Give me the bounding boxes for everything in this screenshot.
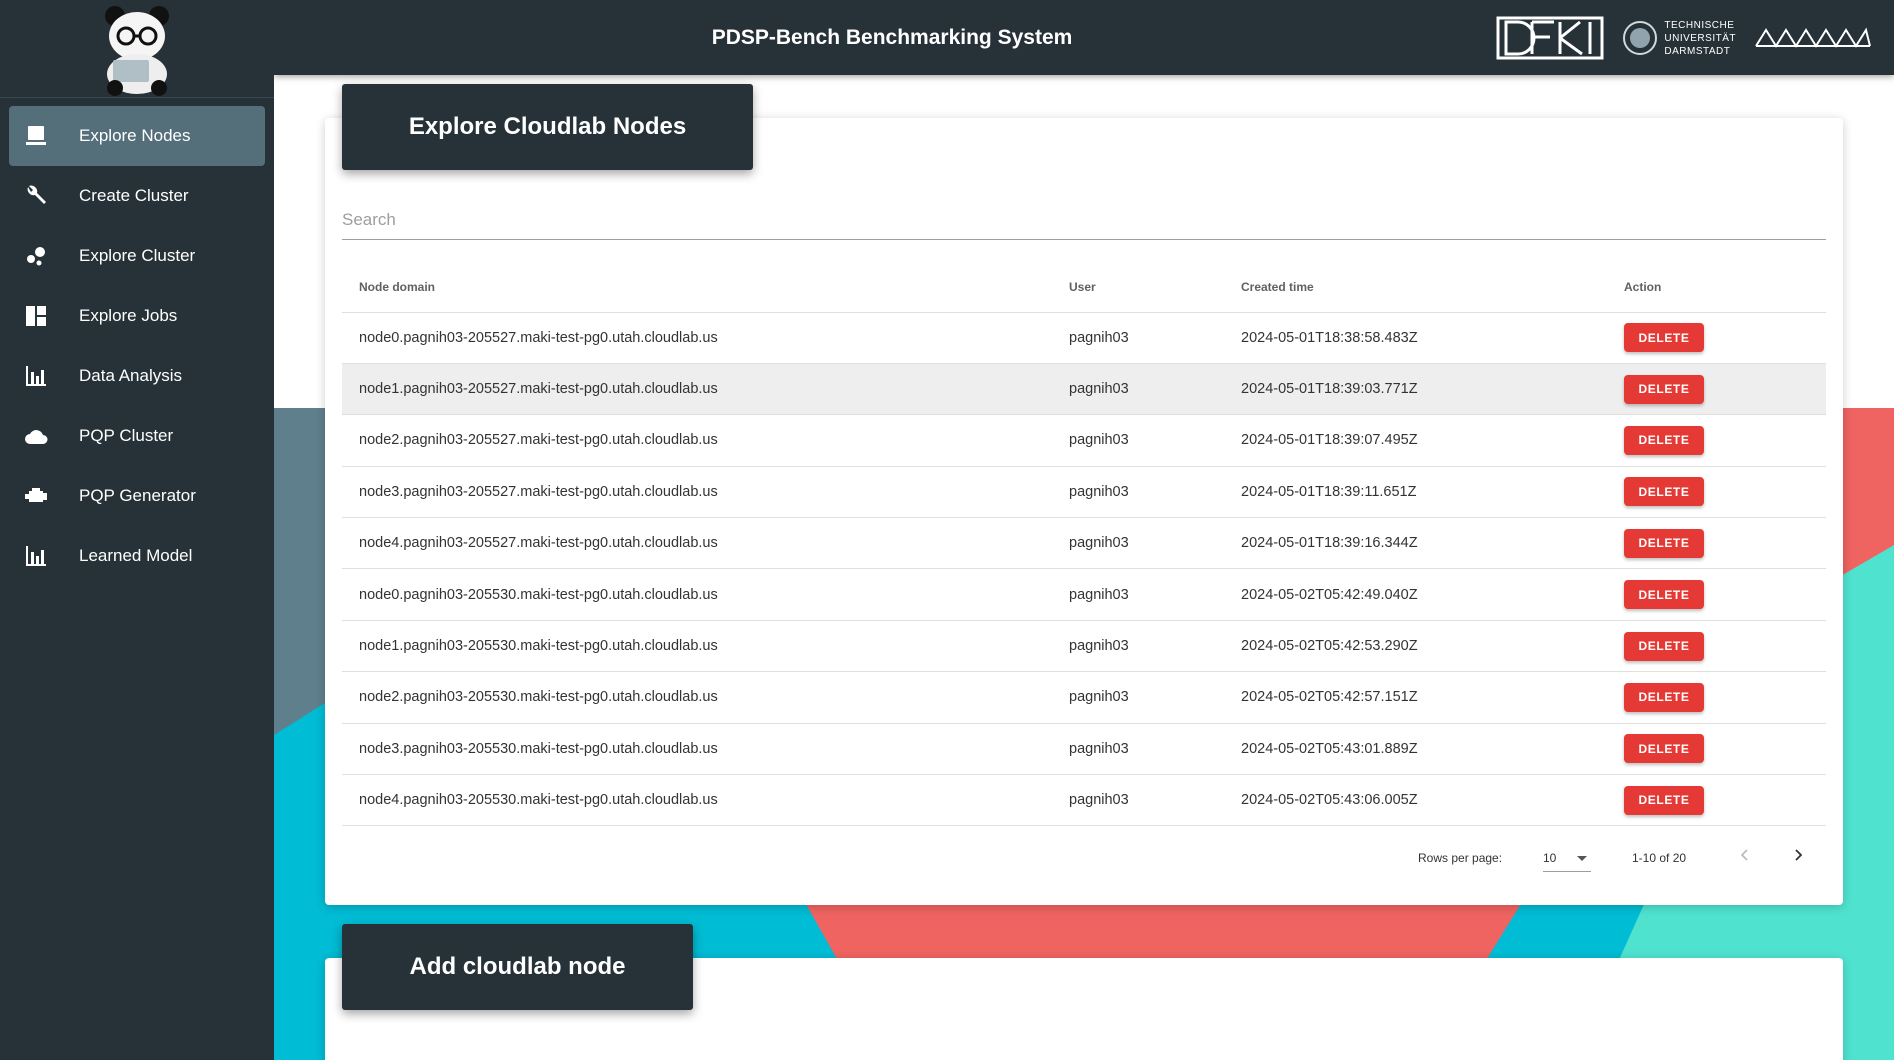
- user-cell: pagnih03: [1069, 312, 1241, 364]
- bar-chart-icon: [21, 361, 51, 391]
- table-row[interactable]: node4.pagnih03-205527.maki-test-pg0.utah…: [342, 517, 1826, 570]
- node-domain-cell: node0.pagnih03-205530.maki-test-pg0.utah…: [342, 568, 1069, 621]
- node-domain-cell: node0.pagnih03-205527.maki-test-pg0.utah…: [342, 312, 1069, 364]
- delete-button[interactable]: DELETE: [1624, 374, 1704, 404]
- column-header-node-domain[interactable]: Node domain: [342, 262, 1069, 313]
- node-domain-cell: node4.pagnih03-205530.maki-test-pg0.utah…: [342, 774, 1069, 827]
- delete-button[interactable]: DELETE: [1624, 682, 1704, 712]
- user-cell: pagnih03: [1069, 517, 1241, 570]
- delete-button[interactable]: DELETE: [1624, 580, 1704, 610]
- engine-icon: [21, 481, 51, 511]
- sidebar-item-explore-nodes[interactable]: Explore Nodes: [9, 106, 265, 166]
- dashboard-icon: [21, 301, 51, 331]
- column-header-user[interactable]: User: [1069, 262, 1241, 313]
- dropdown-arrow-icon: [1577, 856, 1587, 861]
- explore-card-title: Explore Cloudlab Nodes: [342, 84, 753, 170]
- bubbles-icon: [21, 241, 51, 271]
- cloud-icon: [21, 421, 51, 451]
- previous-page-button[interactable]: [1730, 840, 1760, 870]
- created-time-cell: 2024-05-01T18:39:03.771Z: [1241, 363, 1624, 416]
- user-cell: pagnih03: [1069, 466, 1241, 519]
- sidebar-item-pqp-cluster[interactable]: PQP Cluster: [9, 406, 265, 466]
- wrench-icon: [21, 181, 51, 211]
- user-cell: pagnih03: [1069, 620, 1241, 673]
- node-domain-cell: node1.pagnih03-205527.maki-test-pg0.utah…: [342, 363, 1069, 416]
- user-cell: pagnih03: [1069, 363, 1241, 416]
- created-time-cell: 2024-05-02T05:42:49.040Z: [1241, 568, 1624, 621]
- table-row[interactable]: node1.pagnih03-205527.maki-test-pg0.utah…: [342, 363, 1826, 416]
- bar-chart-icon: [21, 541, 51, 571]
- user-cell: pagnih03: [1069, 774, 1241, 827]
- column-header-created-time[interactable]: Created time: [1241, 262, 1624, 313]
- rows-per-page-select[interactable]: 10: [1543, 844, 1591, 872]
- top-app-bar: PDSP-Bench Benchmarking System TECHNISCH…: [274, 0, 1894, 75]
- delete-button[interactable]: DELETE: [1624, 631, 1704, 661]
- sidebar-item-learned-model[interactable]: Learned Model: [9, 526, 265, 586]
- rows-per-page-label: Rows per page:: [1418, 851, 1503, 865]
- next-page-button[interactable]: [1783, 840, 1813, 870]
- partner-logos: TECHNISCHE UNIVERSITÄT DARMSTADT: [1496, 14, 1872, 62]
- created-time-cell: 2024-05-01T18:39:16.344Z: [1241, 517, 1624, 570]
- delete-button[interactable]: DELETE: [1624, 528, 1704, 558]
- panda-mascot-icon: [105, 5, 169, 96]
- table-row[interactable]: node1.pagnih03-205530.maki-test-pg0.utah…: [342, 620, 1826, 673]
- table-row[interactable]: node0.pagnih03-205527.maki-test-pg0.utah…: [342, 312, 1826, 364]
- search-input[interactable]: [342, 200, 1826, 240]
- created-time-cell: 2024-05-02T05:42:53.290Z: [1241, 620, 1624, 673]
- node-domain-cell: node3.pagnih03-205527.maki-test-pg0.utah…: [342, 466, 1069, 519]
- sidebar-item-data-analysis[interactable]: Data Analysis: [9, 346, 265, 406]
- dfki-logo: [1496, 16, 1604, 60]
- tu-darmstadt-logo: TECHNISCHE UNIVERSITÄT DARMSTADT: [1622, 16, 1736, 60]
- app-title: PDSP-Bench Benchmarking System: [711, 25, 1073, 49]
- add-card-title: Add cloudlab node: [342, 924, 693, 1010]
- maki-logo: [1755, 27, 1871, 48]
- created-time-cell: 2024-05-02T05:43:06.005Z: [1241, 774, 1624, 827]
- sidebar-nav: Explore Nodes Create Cluster Explore Clu…: [0, 98, 274, 586]
- node-domain-cell: node4.pagnih03-205527.maki-test-pg0.utah…: [342, 517, 1069, 570]
- table-row[interactable]: node3.pagnih03-205527.maki-test-pg0.utah…: [342, 466, 1826, 519]
- created-time-cell: 2024-05-01T18:38:58.483Z: [1241, 312, 1624, 364]
- page-range-text: 1-10 of 20: [1632, 851, 1687, 865]
- table-row[interactable]: node2.pagnih03-205530.maki-test-pg0.utah…: [342, 671, 1826, 724]
- column-header-action: Action: [1624, 262, 1826, 313]
- node-domain-cell: node2.pagnih03-205527.maki-test-pg0.utah…: [342, 414, 1069, 467]
- created-time-cell: 2024-05-01T18:39:11.651Z: [1241, 466, 1624, 519]
- sidebar-item-create-cluster[interactable]: Create Cluster: [9, 166, 265, 226]
- node-domain-cell: node1.pagnih03-205530.maki-test-pg0.utah…: [342, 620, 1069, 673]
- sidebar-item-explore-jobs[interactable]: Explore Jobs: [9, 286, 265, 346]
- node-domain-cell: node3.pagnih03-205530.maki-test-pg0.utah…: [342, 723, 1069, 776]
- created-time-cell: 2024-05-02T05:42:57.151Z: [1241, 671, 1624, 724]
- search-field: [342, 200, 1826, 240]
- chevron-left-icon: [1740, 849, 1748, 861]
- user-cell: pagnih03: [1069, 568, 1241, 621]
- delete-button[interactable]: DELETE: [1624, 425, 1704, 455]
- table-pagination: Rows per page: 10 1-10 of 20: [342, 828, 1826, 888]
- delete-button[interactable]: DELETE: [1624, 323, 1704, 353]
- sidebar-item-explore-cluster[interactable]: Explore Cluster: [9, 226, 265, 286]
- created-time-cell: 2024-05-02T05:43:01.889Z: [1241, 723, 1624, 776]
- sidebar: Explore Nodes Create Cluster Explore Clu…: [0, 0, 274, 1060]
- nodes-table: Node domain User Created time Action nod…: [342, 262, 1826, 827]
- table-row[interactable]: node0.pagnih03-205530.maki-test-pg0.utah…: [342, 568, 1826, 621]
- tu-seal-icon: [1623, 21, 1658, 55]
- chevron-right-icon: [1795, 849, 1803, 861]
- table-header-row: Node domain User Created time Action: [342, 262, 1826, 313]
- table-row[interactable]: node2.pagnih03-205527.maki-test-pg0.utah…: [342, 414, 1826, 467]
- delete-button[interactable]: DELETE: [1624, 785, 1704, 815]
- user-cell: pagnih03: [1069, 671, 1241, 724]
- sidebar-item-pqp-generator[interactable]: PQP Generator: [9, 466, 265, 526]
- delete-button[interactable]: DELETE: [1624, 734, 1704, 764]
- delete-button[interactable]: DELETE: [1624, 477, 1704, 507]
- user-cell: pagnih03: [1069, 414, 1241, 467]
- rows-per-page-value: 10: [1543, 851, 1557, 865]
- node-domain-cell: node2.pagnih03-205530.maki-test-pg0.utah…: [342, 671, 1069, 724]
- table-row[interactable]: node4.pagnih03-205530.maki-test-pg0.utah…: [342, 774, 1826, 827]
- panda-logo: [0, 0, 274, 98]
- user-cell: pagnih03: [1069, 723, 1241, 776]
- table-row[interactable]: node3.pagnih03-205530.maki-test-pg0.utah…: [342, 723, 1826, 776]
- computer-icon: [21, 121, 51, 151]
- created-time-cell: 2024-05-01T18:39:07.495Z: [1241, 414, 1624, 467]
